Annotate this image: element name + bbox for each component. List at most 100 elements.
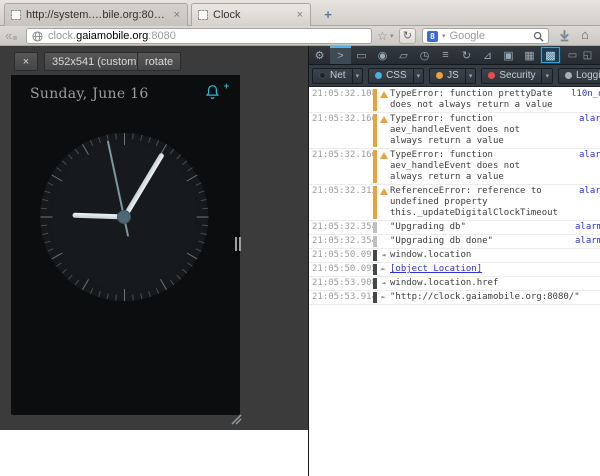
viewport-width-resize-handle[interactable]: [235, 237, 241, 251]
warning-icon-cell: [377, 89, 390, 111]
console-message: TypeError: functionaev_handleEvent does …: [390, 114, 520, 147]
search-input[interactable]: 8 ▾ Google: [422, 28, 549, 44]
filter-button-logging[interactable]: Logging▾: [558, 68, 600, 84]
filter-dot-icon: [436, 72, 443, 79]
app-manager-icon[interactable]: ▩: [540, 46, 561, 64]
options-gear-icon[interactable]: ⚙: [309, 46, 330, 64]
tab-title: Clock: [213, 9, 291, 21]
rdm-close-button[interactable]: ×: [14, 52, 38, 71]
hour-tick: [124, 133, 125, 145]
result-arrow-icon: ►: [377, 264, 390, 275]
console-message: TypeError: functionaev_handleEvent does …: [390, 150, 520, 183]
tab-close-icon[interactable]: ×: [173, 9, 181, 21]
filter-button-net[interactable]: Net ▾: [312, 68, 363, 84]
timestamp: 21:05:32.354: [309, 236, 373, 247]
profiler-icon[interactable]: ◷: [414, 46, 435, 64]
app-viewport: Sunday, June 16 +: [11, 75, 240, 415]
new-alarm-button[interactable]: +: [204, 83, 228, 103]
console-message: window.location.href: [390, 278, 498, 289]
console-output: 21:05:32.108 TypeError: function prettyDa…: [309, 88, 600, 476]
filter-dropdown-icon[interactable]: ▾: [352, 69, 363, 83]
warning-icon: [380, 152, 388, 159]
tab-clock[interactable]: Clock ×: [191, 3, 311, 26]
filter-button-security[interactable]: Security ▾: [481, 68, 553, 84]
warning-icon: [380, 116, 388, 123]
filter-button-css[interactable]: CSS ▾: [368, 68, 424, 84]
source-file-link[interactable]: alar: [579, 186, 600, 197]
tab-system-app[interactable]: http://system.…bile.org:8080/ ×: [4, 3, 188, 26]
warning-icon-cell: [377, 150, 390, 183]
devtools-panel: ⚙>▭◉▱◷≡↻⊿▣▦▩▭◱× Net▾CSS▾JS▾Security▾Logg…: [308, 46, 600, 476]
search-engine-dropdown-icon[interactable]: ▾: [442, 32, 446, 40]
filter-label: Net: [330, 70, 346, 81]
filter-dot-icon: [565, 72, 572, 79]
source-file-link[interactable]: alar: [579, 150, 600, 161]
filter-dropdown-icon[interactable]: ▾: [541, 69, 552, 83]
calendar-icon[interactable]: ▦: [519, 46, 540, 64]
timestamp: 21:05:50.091: [309, 250, 373, 261]
filter-dot-icon: [375, 72, 382, 79]
search-engine-icon[interactable]: 8: [427, 31, 438, 42]
downloads-icon[interactable]: [558, 29, 571, 42]
filter-dot-icon: [488, 72, 495, 79]
input-arrow-icon: ◄: [377, 250, 390, 261]
source-file-link[interactable]: alarms: [575, 236, 600, 247]
dock-icon[interactable]: ▭: [565, 46, 580, 64]
console-icon[interactable]: >: [330, 46, 351, 64]
popout-icon[interactable]: ◱: [580, 46, 595, 64]
clear-icon[interactable]: ⊿: [477, 46, 498, 64]
console-row: 21:05:32.166 TypeError: functionaev_handl…: [309, 113, 600, 149]
console-row: 21:05:32.313ReferenceError: reference to…: [309, 185, 600, 221]
reload-button[interactable]: ↻: [399, 28, 416, 44]
analog-clock: [38, 131, 210, 303]
source-file-link[interactable]: alar: [579, 114, 600, 125]
back-forward-button[interactable]: «: [5, 28, 17, 43]
inspector-icon[interactable]: ▭: [351, 46, 372, 64]
console-message: "Upgrading db": [390, 222, 466, 233]
reload-icon[interactable]: ↻: [456, 46, 477, 64]
timestamp: 21:05:32.166: [309, 114, 373, 147]
favicon-placeholder-icon: [11, 10, 21, 20]
filter-button-js[interactable]: JS▾: [429, 68, 476, 84]
hour-tick: [197, 217, 209, 218]
bookmark-star-icon[interactable]: ☆: [377, 29, 388, 43]
debugger-pause-icon[interactable]: ◉: [372, 46, 393, 64]
viewport-corner-resize-handle[interactable]: [229, 414, 242, 425]
filter-label: CSS: [386, 70, 407, 81]
object-link[interactable]: [object Location]: [390, 264, 482, 275]
source-file-link[interactable]: l10n_da: [571, 89, 600, 100]
plus-icon: +: [224, 81, 229, 91]
filter-dropdown-icon[interactable]: ▾: [465, 69, 476, 83]
timestamp: 21:05:53.914: [309, 292, 373, 303]
tab-title: http://system.…bile.org:8080/: [26, 9, 168, 21]
console-row: 21:05:32.108 TypeError: function prettyDa…: [309, 88, 600, 113]
filter-dropdown-icon[interactable]: ▾: [413, 69, 424, 83]
globe-icon: [32, 31, 43, 42]
filter-label: Security: [499, 70, 535, 81]
filter-label: Logging: [576, 70, 600, 81]
url-bar[interactable]: clock.gaiamobile.org:8080: [26, 28, 372, 44]
console-filter-bar: Net▾CSS▾JS▾Security▾Logging▾: [309, 65, 600, 87]
timestamp: 21:05:32.313: [309, 186, 373, 219]
home-icon[interactable]: ⌂: [581, 27, 589, 42]
search-icon[interactable]: [533, 31, 544, 42]
network-icon[interactable]: ≡: [435, 46, 456, 64]
console-message: window.location: [390, 250, 471, 261]
style-editor-icon[interactable]: ▱: [393, 46, 414, 64]
console-row: 21:05:53.908◄window.location.href: [309, 277, 600, 291]
tab-close-icon[interactable]: ×: [296, 9, 304, 21]
hour-tick: [124, 289, 125, 301]
timestamp: 21:05:32.108: [309, 89, 373, 111]
result-arrow-icon: ►: [377, 292, 390, 303]
warning-icon-cell: [377, 114, 390, 147]
filter-dot-icon: [319, 72, 326, 79]
bookmark-dropdown-icon[interactable]: ▾: [390, 32, 394, 40]
console-message: TypeError: function prettyDatedoes not a…: [390, 89, 553, 111]
source-file-link[interactable]: alarms: [575, 222, 600, 233]
rdm-rotate-button[interactable]: rotate: [137, 52, 181, 71]
3d-view-icon[interactable]: ▣: [498, 46, 519, 64]
timestamp: 21:05:32.166: [309, 150, 373, 183]
close-icon[interactable]: ×: [595, 46, 600, 64]
icon-cell: [377, 236, 390, 247]
new-tab-button[interactable]: +: [315, 5, 341, 25]
